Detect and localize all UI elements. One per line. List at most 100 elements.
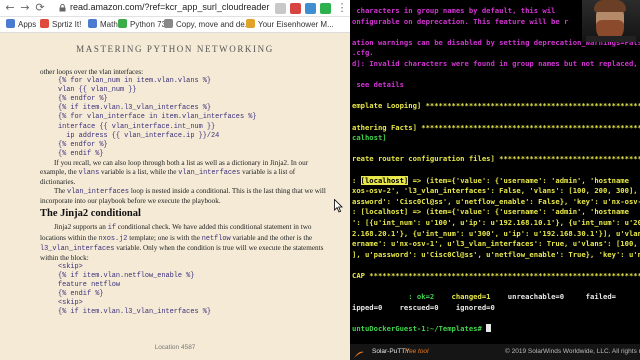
math-icon [88,19,97,28]
code-line: vlan {{ vlan_num }} [58,86,137,95]
code-line: <skip> [58,299,83,308]
bookmark-spritz[interactable]: Sprtiz It! [40,19,81,31]
terminal-text: onfigurable on deprecation. This feature… [352,16,569,26]
terminal-line: characters in group names by default, th… [352,6,555,15]
bookmark-eisenhower[interactable]: Your Eisenhower M... [246,19,334,31]
spritz-icon [40,19,49,28]
code-line: {% endif %} [58,149,104,158]
terminal-text: emplate Looping] ***********************… [352,101,640,111]
terminal-line: athering Facts] ************************… [352,123,640,132]
apps-grid-icon [6,19,15,28]
browser-window: ← → ⟳ read.amazon.com/?ref=kcr_app_surl_… [0,0,350,360]
code-line: {% for vlan_num in item.vlan.vlans %} [58,77,211,86]
code-line: ip address {{ vlan_interface.ip }}/24 [58,131,220,140]
browser-toolbar: ← → ⟳ read.amazon.com/?ref=kcr_app_surl_… [0,0,350,17]
forward-arrow-icon[interactable]: → [19,2,31,14]
page-icon [164,19,173,28]
code-line: <skip> [58,262,83,271]
intro-text: other loops over the vlan interfaces: [40,68,144,76]
shirt [586,36,636,42]
terminal-text: CAP ************************************… [352,271,640,280]
back-arrow-icon[interactable]: ← [4,2,16,14]
python-icon [118,19,127,28]
terminal-text: changed=1 [451,292,491,302]
terminal-line: calhost] [352,133,387,142]
terminal-text: ername': u'nx-osv-1', u'l3_vlan_interfac… [352,239,640,249]
code-line: feature netflow [58,280,121,289]
book-running-title: MASTERING PYTHON NETWORKING [76,44,274,54]
product-tagline: free tool [405,348,429,355]
terminal-line: emplate Looping] ***********************… [352,101,640,110]
star-icon[interactable] [275,3,286,14]
code-line: {% endif %} [58,290,104,299]
terminal-line: see details [352,80,404,89]
code-line: {% for vlan_interface in item.vlan_inter… [58,113,257,122]
bookmark-copy-move[interactable]: Copy, move and de... [164,19,251,31]
terminal-line: : [localhost] => (item={'value': {'usern… [352,175,629,185]
extension-icon[interactable] [290,3,301,14]
eisenhower-icon [246,19,255,28]
code-line: {% if item.vlan.l3_vlan_interfaces %} [58,104,211,113]
code-line: interface {{ vlan_interface.int_num }} [58,122,216,131]
terminal-text: characters in group names by default, th… [352,6,556,15]
terminal-window[interactable]: characters in group names by default, th… [350,0,640,344]
terminal-text: => (item={'value': {'username': 'admin',… [408,175,629,185]
terminal-line: CAP ************************************… [352,271,640,280]
desktop: ← → ⟳ read.amazon.com/?ref=kcr_app_surl_… [0,0,640,360]
bookmarks-bar: Apps Sprtiz It! Math Python 73 Copy, mov… [0,17,350,33]
address-bar[interactable]: read.amazon.com/?ref=kcr_app_surl_cloudr… [70,2,269,12]
code-line: {% endfor %} [58,140,108,149]
terminal-text: [localhost] [360,175,409,185]
menu-icon[interactable]: ⋮ [336,2,348,14]
paragraph: The vlan_interfaces loop is nested insid… [40,187,326,206]
terminal-text: see details [352,80,404,90]
terminal-text: assword': 'Cisc0Cl@ss', u'netflow_enable… [352,196,640,206]
book-page: other loops over the vlan interfaces: {%… [40,68,330,317]
section-heading: The Jinja2 conditional [40,208,141,220]
terminal-line: ], u'password': u'Cisc0Cl@ss', u'netflow… [352,250,640,259]
copyright-text: © 2019 SolarWinds Worldwide, LLC. All ri… [505,348,640,355]
bookmark-python[interactable]: Python 73 [118,19,166,31]
solarwinds-logo-icon [354,347,364,358]
terminal-line: ername': u'nx-osv-1', u'l3_vlan_interfac… [352,239,640,248]
terminal-line: 2.168.20.1'}, {u'int_num': u'300', u'ip'… [352,229,640,238]
terminal-text: : [352,175,361,185]
terminal-status-bar: Solar-PuTTY free tool © 2019 SolarWinds … [350,344,640,360]
code-line: {% if item.vlan.l3_vlan_interfaces %} [58,308,211,317]
kindle-reader[interactable]: MASTERING PYTHON NETWORKING other loops … [0,33,350,360]
reload-icon[interactable]: ⟳ [34,2,46,14]
terminal-text: ], u'password': u'Cisc0Cl@ss', u'netflow… [352,249,640,259]
shell-prompt-line: untuDockerGuest-1:~/Templates# [352,324,492,333]
bookmark-math[interactable]: Math [88,19,118,31]
code-line: {% if item.vlan.netflow_enable %} [58,271,195,280]
webcam-overlay [582,0,640,42]
terminal-line: onfigurable on deprecation. This feature… [352,17,568,26]
text-cursor [486,324,492,332]
code-line: {% endfor %} [58,95,108,104]
terminal-text: athering Facts] ************************… [352,122,640,132]
terminal-line: xos-osv-2', 'l3_vlan_interfaces': False,… [352,186,640,195]
terminal-text: ': [{u'int_num': u'100', u'ip': u'192.16… [352,218,640,227]
terminal-line: ': [{u'int_num': u'100', u'ip': u'192.16… [352,218,640,227]
mouse-pointer-icon [334,198,343,213]
terminal-text: .cfg. [352,48,374,58]
lock-icon [59,4,66,12]
terminal-text: d]: Invalid characters were found in gro… [352,59,638,68]
terminal-line: .cfg. [352,48,374,57]
extension-icon[interactable] [305,3,316,14]
terminal-text: : ok=2 [352,292,452,302]
paragraph: Jinja2 supports an if conditional check.… [40,223,324,262]
terminal-line: d]: Invalid characters were found in gro… [352,59,638,68]
terminal-text: ipped=0 rescued=0 ignored=0 [352,302,495,312]
terminal-text: : [localhost] => (item={'value': {'usern… [352,207,629,217]
terminal-line: ipped=0 rescued=0 ignored=0 [352,303,495,312]
terminal-text: xos-osv-2', 'l3_vlan_interfaces': False,… [352,186,640,196]
terminal-line: : ok=2 changed=1 unreachable=0 failed= [352,292,616,301]
code-block: <skip> {% if item.vlan.netflow_enable %}… [40,263,330,318]
reading-location: Location 4587 [154,344,196,351]
extension-icon[interactable] [320,3,331,14]
terminal-line: assword': 'Cisc0Cl@ss', u'netflow_enable… [352,197,640,206]
terminal-text: reate router configuration files] ******… [352,154,640,164]
terminal-text: 2.168.20.1'}, {u'int_num': u'300', u'ip'… [352,228,640,238]
bookmark-apps[interactable]: Apps [6,19,36,31]
